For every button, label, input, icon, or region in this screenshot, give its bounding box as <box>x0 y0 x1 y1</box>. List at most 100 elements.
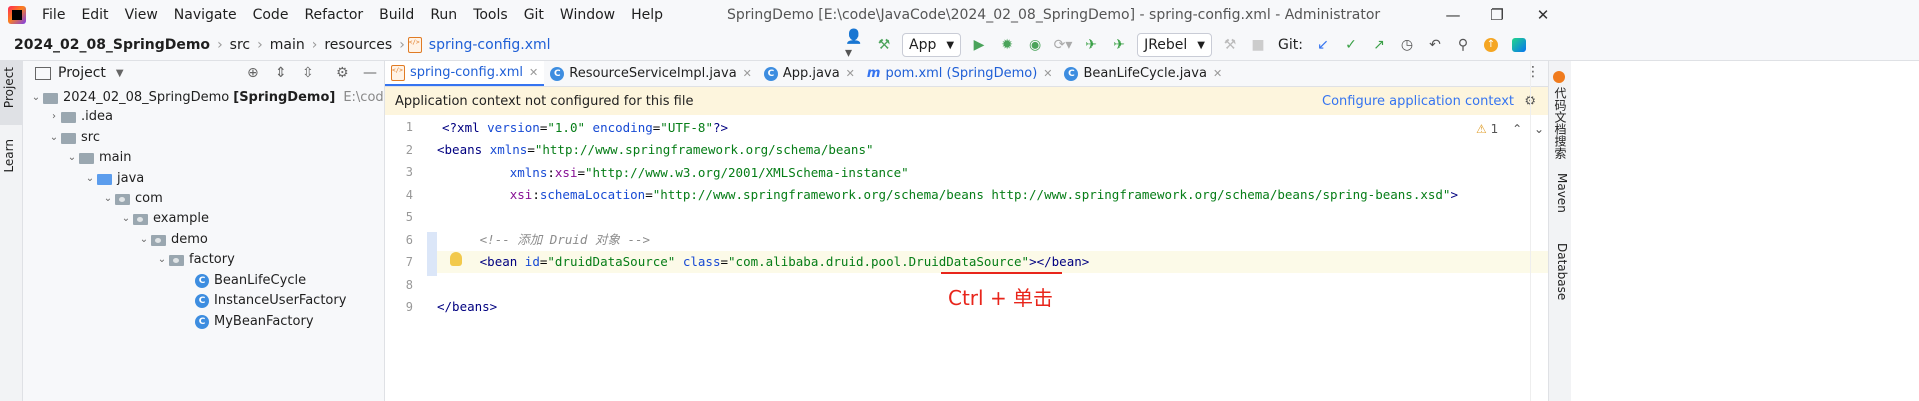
tab-pom[interactable]: m pom.xml (SpringDemo) ✕ <box>861 61 1059 86</box>
close-icon[interactable]: ✕ <box>743 67 752 80</box>
tab-resourceserviceimpl[interactable]: C ResourceServiceImpl.java ✕ <box>544 61 758 86</box>
run-icon[interactable]: ▶ <box>968 34 990 56</box>
tree-item-mybeanfactory[interactable]: C MyBeanFactory <box>193 312 314 332</box>
minimize-button[interactable]: — <box>1430 0 1476 30</box>
breadcrumb-file[interactable]: spring-config.xml <box>425 37 555 53</box>
stop-icon[interactable]: ■ <box>1247 34 1269 56</box>
warning-count: 1 <box>1490 122 1499 136</box>
chevron-down-icon[interactable]: ▼ <box>116 68 124 79</box>
chevron-down-icon[interactable]: ⌄ <box>119 209 133 229</box>
run-configuration-select[interactable]: App ▼ <box>902 33 962 57</box>
menu-navigate[interactable]: Navigate <box>166 0 245 30</box>
profiler-icon[interactable]: ⟳▾ <box>1052 34 1074 56</box>
configure-context-link[interactable]: Configure application context <box>1322 94 1514 109</box>
editor-scrollbar-track[interactable] <box>1530 61 1531 401</box>
tree-item-com[interactable]: ⌄ com <box>101 189 163 209</box>
tab-options-icon[interactable]: ⋮ <box>1526 64 1540 80</box>
chevron-down-icon[interactable]: ⌄ <box>155 250 169 270</box>
menu-window[interactable]: Window <box>552 0 623 30</box>
chevron-down-icon[interactable]: ⌄ <box>29 88 43 108</box>
tree-item-demo[interactable]: ⌄ demo <box>137 230 208 250</box>
tree-item-idea[interactable]: › .idea <box>47 107 113 127</box>
debug-icon[interactable]: ✹ <box>996 34 1018 56</box>
build-hammer-icon[interactable]: ⚒ <box>873 34 895 56</box>
inspection-widget[interactable]: ⚠ 1 ⌃ ⌄ <box>1476 122 1544 136</box>
code-line-7: <bean id="druidDataSource" class="com.al… <box>479 254 1090 269</box>
tree-item-src[interactable]: ⌄ src <box>47 128 100 148</box>
chevron-down-icon[interactable]: ⌄ <box>47 128 61 148</box>
menu-view[interactable]: View <box>117 0 166 30</box>
target-icon[interactable]: ⊕ <box>247 65 259 81</box>
jrebel-debug-icon[interactable]: ✈ <box>1108 34 1130 56</box>
tree-item-module: [SpringDemo] <box>233 90 336 105</box>
chevron-down-icon[interactable]: ⌄ <box>1534 122 1544 136</box>
project-panel-header: Project ▼ ⊕ ⇕ ⇳ ⚙ — <box>23 61 384 85</box>
tab-app[interactable]: C App.java ✕ <box>758 61 861 86</box>
close-icon[interactable]: ✕ <box>846 67 855 80</box>
expand-all-icon[interactable]: ⇕ <box>275 65 287 81</box>
menu-build[interactable]: Build <box>371 0 422 30</box>
menu-file[interactable]: File <box>34 0 73 30</box>
jrebel-run-icon[interactable]: ✈ <box>1080 34 1102 56</box>
breadcrumb-project[interactable]: 2024_02_08_SpringDemo <box>0 37 214 53</box>
tree-item-beanlifecycle[interactable]: C BeanLifeCycle <box>193 271 306 291</box>
menu-code[interactable]: Code <box>245 0 297 30</box>
project-panel-title[interactable]: Project <box>58 65 106 81</box>
tree-item-root[interactable]: ⌄ 2024_02_08_SpringDemo [SpringDemo] E:\… <box>29 88 384 108</box>
coverage-icon[interactable]: ◉ <box>1024 34 1046 56</box>
rollback-icon[interactable]: ↶ <box>1424 34 1446 56</box>
tree-item-factory[interactable]: ⌄ factory <box>155 250 235 270</box>
jetbrains-icon[interactable] <box>1508 34 1530 56</box>
code-editor[interactable]: <?xml version="1.0" encoding="UTF-8"?> <… <box>437 116 1548 401</box>
git-commit-icon[interactable]: ✓ <box>1340 34 1362 56</box>
maximize-button[interactable]: ❐ <box>1474 0 1520 30</box>
chevron-down-icon[interactable]: ⌄ <box>137 230 151 250</box>
menu-tools[interactable]: Tools <box>465 0 516 30</box>
code-doc-search-tab[interactable]: 代码文档搜索 <box>1551 87 1569 159</box>
close-icon[interactable]: ✕ <box>1213 67 1222 80</box>
chevron-down-icon[interactable]: ⌄ <box>83 169 97 189</box>
gear-icon[interactable]: ⚙ <box>336 65 349 81</box>
project-tool-tab[interactable]: Project <box>2 67 20 108</box>
chevron-down-icon[interactable]: ⌄ <box>65 148 79 168</box>
project-icon <box>35 66 51 80</box>
tree-item-instanceuserfactory[interactable]: C InstanceUserFactory <box>193 291 346 311</box>
tab-beanlifecycle[interactable]: C BeanLifeCycle.java ✕ <box>1058 61 1228 86</box>
close-icon[interactable]: ✕ <box>1043 67 1052 80</box>
close-icon[interactable]: ✕ <box>529 66 538 79</box>
module-folder-icon <box>43 92 58 104</box>
history-icon[interactable]: ◷ <box>1396 34 1418 56</box>
menu-help[interactable]: Help <box>623 0 671 30</box>
collapse-all-icon[interactable]: ⇳ <box>302 65 314 81</box>
menu-git[interactable]: Git <box>516 0 552 30</box>
menu-refactor[interactable]: Refactor <box>296 0 371 30</box>
breadcrumb-main[interactable]: main <box>266 37 309 53</box>
tab-spring-config[interactable]: spring-config.xml ✕ <box>385 61 545 86</box>
update-icon[interactable]: ↑ <box>1480 34 1502 56</box>
hide-panel-icon[interactable]: — <box>363 65 377 81</box>
user-icon[interactable]: 👤▾ <box>845 29 867 61</box>
chevron-down-icon[interactable]: ⌄ <box>101 189 115 209</box>
maven-tool-tab[interactable]: Maven <box>1551 173 1569 213</box>
tree-item-java[interactable]: ⌄ java <box>83 169 144 189</box>
git-update-icon[interactable]: ↙ <box>1312 34 1334 56</box>
line-number: 8 <box>405 278 413 292</box>
tree-item-example[interactable]: ⌄ example <box>119 209 209 229</box>
learn-tool-tab[interactable]: Learn <box>2 139 20 173</box>
chevron-right-icon[interactable]: › <box>47 107 61 127</box>
jrebel-select[interactable]: JRebel ▼ <box>1137 33 1212 57</box>
tree-item-main[interactable]: ⌄ main <box>65 148 132 168</box>
chevron-up-icon[interactable]: ⌃ <box>1512 122 1522 136</box>
breadcrumb-src[interactable]: src <box>226 37 254 53</box>
breadcrumb-resources[interactable]: resources <box>320 37 396 53</box>
code-search-plugin-icon[interactable] <box>1553 71 1565 83</box>
code-line-6: <!-- 添加 Druid 对象 --> <box>479 232 651 247</box>
hammer-icon[interactable]: ⚒ <box>1219 34 1241 56</box>
git-push-icon[interactable]: ↗ <box>1368 34 1390 56</box>
database-tool-tab[interactable]: Database <box>1551 243 1569 300</box>
close-window-button[interactable]: ✕ <box>1520 0 1566 30</box>
druid-datasource-class-ref[interactable]: DruidDataSource <box>909 254 1022 269</box>
menu-edit[interactable]: Edit <box>73 0 116 30</box>
menu-run[interactable]: Run <box>422 0 465 30</box>
search-icon[interactable]: ⚲ <box>1452 34 1474 56</box>
